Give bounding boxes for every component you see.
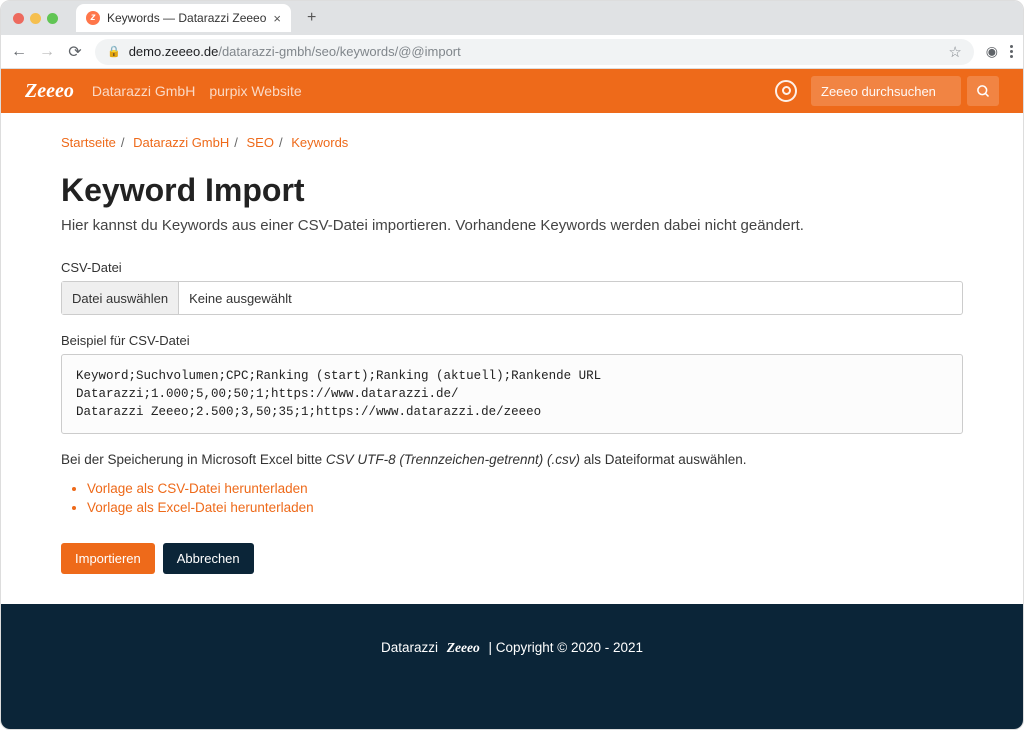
back-button[interactable]: ← [11, 43, 27, 61]
close-window-button[interactable] [13, 13, 24, 24]
app-logo[interactable]: Zeeeo [25, 80, 74, 103]
url-path: /datarazzi-gmbh/seo/keywords/@@import [218, 44, 460, 59]
browser-toolbar: ← → ⟳ 🔒 demo.zeeeo.de/datarazzi-gmbh/seo… [1, 35, 1023, 69]
lock-icon: 🔒 [107, 45, 121, 58]
forward-button[interactable]: → [39, 43, 55, 61]
breadcrumb-keywords[interactable]: Keywords [291, 135, 348, 150]
breadcrumb-datarazzi[interactable]: Datarazzi GmbH [133, 135, 229, 150]
breadcrumb-startseite[interactable]: Startseite [61, 135, 116, 150]
search-input[interactable]: Zeeeo durchsuchen [811, 76, 961, 106]
address-bar[interactable]: 🔒 demo.zeeeo.de/datarazzi-gmbh/seo/keywo… [95, 39, 974, 65]
file-choose-button[interactable]: Datei auswählen [62, 282, 179, 314]
import-button[interactable]: Importieren [61, 543, 155, 574]
main-content: Startseite/ Datarazzi GmbH/ SEO/ Keyword… [1, 113, 1023, 604]
user-icon[interactable] [775, 80, 797, 102]
note-em: CSV UTF-8 (Trennzeichen-getrennt) (.csv) [326, 452, 580, 467]
example-label: Beispiel für CSV-Datei [61, 333, 963, 348]
search-icon [976, 84, 991, 99]
breadcrumb-seo[interactable]: SEO [247, 135, 274, 150]
page-title: Keyword Import [61, 172, 963, 209]
tab-title: Keywords — Datarazzi Zeeeo [107, 11, 266, 25]
csv-example: Keyword;Suchvolumen;CPC;Ranking (start);… [61, 354, 963, 434]
note-suffix: als Dateiformat auswählen. [580, 452, 747, 467]
download-csv-link[interactable]: Vorlage als CSV-Datei herunterladen [87, 481, 308, 496]
nav-link-purpix[interactable]: purpix Website [209, 83, 301, 99]
extension-icon[interactable]: ◉ [986, 43, 998, 60]
page-lead: Hier kannst du Keywords aus einer CSV-Da… [61, 217, 963, 234]
file-input[interactable]: Datei auswählen Keine ausgewählt [61, 281, 963, 315]
footer-copyright: | Copyright © 2020 - 2021 [489, 640, 644, 655]
new-tab-button[interactable]: + [299, 9, 324, 27]
footer-logo: Zeeeo [447, 640, 480, 655]
search-button[interactable] [967, 76, 999, 106]
browser-menu-button[interactable] [1010, 45, 1013, 58]
close-tab-button[interactable]: × [273, 11, 281, 26]
csv-label: CSV-Datei [61, 260, 963, 275]
breadcrumb: Startseite/ Datarazzi GmbH/ SEO/ Keyword… [61, 135, 963, 150]
bookmark-star-icon[interactable]: ☆ [948, 43, 961, 61]
reload-button[interactable]: ⟳ [67, 42, 83, 62]
url-host: demo.zeeeo.de [129, 44, 219, 59]
footer-company: Datarazzi [381, 640, 438, 655]
browser-tab-bar: z Keywords — Datarazzi Zeeeo × + [1, 1, 1023, 35]
excel-note: Bei der Speicherung in Microsoft Excel b… [61, 452, 963, 467]
minimize-window-button[interactable] [30, 13, 41, 24]
file-status-text: Keine ausgewählt [179, 291, 302, 306]
download-excel-link[interactable]: Vorlage als Excel-Datei herunterladen [87, 500, 314, 515]
search-placeholder: Zeeeo durchsuchen [821, 84, 936, 99]
app-header: Zeeeo Datarazzi GmbH purpix Website Zeee… [1, 69, 1023, 113]
note-prefix: Bei der Speicherung in Microsoft Excel b… [61, 452, 326, 467]
window-controls [13, 13, 58, 24]
favicon-icon: z [86, 11, 100, 25]
nav-link-datarazzi[interactable]: Datarazzi GmbH [92, 83, 195, 99]
maximize-window-button[interactable] [47, 13, 58, 24]
cancel-button[interactable]: Abbrechen [163, 543, 254, 574]
footer: Datarazzi Zeeeo | Copyright © 2020 - 202… [1, 604, 1023, 729]
browser-tab[interactable]: z Keywords — Datarazzi Zeeeo × [76, 4, 291, 32]
